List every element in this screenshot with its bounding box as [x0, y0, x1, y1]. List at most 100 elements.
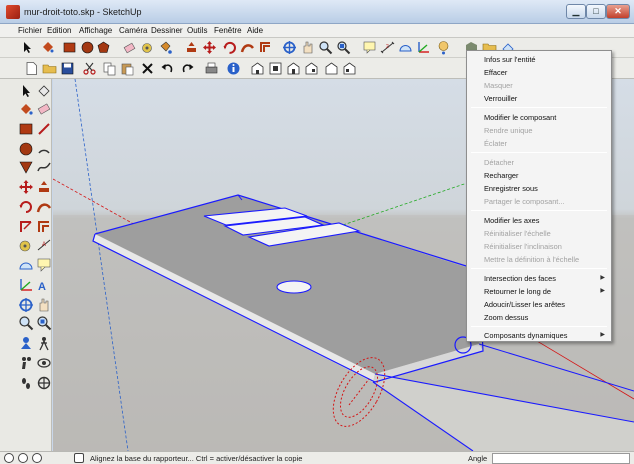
paint-bucket-tool-icon[interactable]	[18, 101, 34, 117]
menu-outils[interactable]: Outils	[187, 26, 207, 35]
maximize-button[interactable]: □	[586, 4, 606, 19]
eraser-icon[interactable]	[122, 40, 137, 55]
open-icon[interactable]	[42, 61, 57, 76]
text-icon[interactable]	[362, 40, 377, 55]
right-view-icon[interactable]	[304, 61, 319, 76]
footprint-tool-icon[interactable]	[18, 375, 34, 391]
polygon-tool-icon[interactable]	[18, 159, 34, 175]
move-tool-icon[interactable]	[18, 179, 34, 195]
credits-icon[interactable]	[18, 453, 28, 463]
walk-tool-icon[interactable]	[36, 335, 52, 351]
menu-fichier[interactable]: Fichier	[18, 26, 42, 35]
paste-icon[interactable]	[120, 61, 135, 76]
close-button[interactable]: ✕	[606, 4, 630, 19]
cm-masquer[interactable]: Masquer	[484, 81, 513, 90]
line-tool-icon[interactable]	[36, 121, 52, 137]
tape-measure-tool-icon[interactable]	[18, 237, 34, 253]
cm-composants-dynamiques[interactable]: Composants dynamiques	[484, 331, 567, 340]
cm-effacer[interactable]: Effacer	[484, 68, 507, 77]
cm-detacher[interactable]: Détacher	[484, 158, 514, 167]
scale-tool-icon[interactable]	[18, 219, 34, 235]
cm-infos-entite[interactable]: Infos sur l'entité	[484, 55, 536, 64]
menu-aide[interactable]: Aide	[247, 26, 263, 35]
front-view-icon[interactable]	[286, 61, 301, 76]
left-view-icon[interactable]	[342, 61, 357, 76]
move-icon[interactable]	[202, 40, 217, 55]
measurements-input[interactable]	[492, 453, 630, 464]
rotate-tool-icon[interactable]	[18, 199, 34, 215]
protractor-icon[interactable]	[398, 40, 413, 55]
iso-view-icon[interactable]	[250, 61, 265, 76]
help-icon[interactable]	[74, 453, 84, 463]
zoom-extents-tool-icon[interactable]	[36, 315, 52, 331]
cm-modifier-composant[interactable]: Modifier le composant	[484, 113, 556, 122]
pan-icon[interactable]	[300, 40, 315, 55]
cm-reinit-inclinaison[interactable]: Réinitialiser l'inclinaison	[484, 242, 562, 251]
cm-rendre-unique[interactable]: Rendre unique	[484, 126, 533, 135]
save-icon[interactable]	[60, 61, 75, 76]
dimension-tool-icon[interactable]: A	[36, 237, 52, 253]
menu-fenetre[interactable]: Fenêtre	[214, 26, 242, 35]
pan-tool-icon[interactable]	[36, 297, 52, 313]
redo-icon[interactable]	[180, 61, 195, 76]
erase-icon[interactable]	[140, 61, 155, 76]
circle-icon[interactable]	[80, 40, 95, 55]
back-view-icon[interactable]	[324, 61, 339, 76]
axes-tool-icon[interactable]	[18, 277, 34, 293]
follow-me-icon[interactable]	[240, 40, 255, 55]
cm-partager-composant[interactable]: Partager le composant...	[484, 197, 565, 206]
circle-tool-icon[interactable]	[18, 141, 34, 157]
3d-text-tool-icon[interactable]: A	[36, 277, 52, 293]
paint-bucket-icon[interactable]	[40, 40, 55, 55]
cm-modifier-axes[interactable]: Modifier les axes	[484, 216, 539, 225]
menu-dessiner[interactable]: Dessiner	[151, 26, 183, 35]
push-pull-tool-icon[interactable]	[36, 179, 52, 195]
offset-tool-icon[interactable]	[36, 219, 52, 235]
paint-icon[interactable]	[158, 40, 173, 55]
follow-me-tool-icon[interactable]	[36, 199, 52, 215]
geo-location-icon[interactable]	[4, 453, 14, 463]
cm-retourner[interactable]: Retourner le long de	[484, 287, 551, 296]
zoom-extents-icon[interactable]	[336, 40, 351, 55]
cm-definition-echelle[interactable]: Mettre la définition à l'échelle	[484, 255, 579, 264]
axes-icon[interactable]	[416, 40, 431, 55]
look-around-tool-icon[interactable]	[18, 355, 34, 371]
cm-verrouiller[interactable]: Verrouiller	[484, 94, 517, 103]
zoom-icon[interactable]	[318, 40, 333, 55]
cm-recharger[interactable]: Recharger	[484, 171, 519, 180]
model-info-icon[interactable]	[226, 61, 241, 76]
undo-icon[interactable]	[160, 61, 175, 76]
eraser-tool-icon[interactable]	[36, 101, 52, 117]
arc-tool-icon[interactable]	[36, 141, 52, 157]
print-icon[interactable]	[204, 61, 219, 76]
polygon-icon[interactable]	[96, 40, 111, 55]
cm-eclater[interactable]: Éclater	[484, 139, 507, 148]
cm-reinit-echelle[interactable]: Réinitialiser l'échelle	[484, 229, 551, 238]
menu-affichage[interactable]: Affichage	[79, 26, 112, 35]
dimension-icon[interactable]: 2	[380, 40, 395, 55]
menu-edition[interactable]: Edition	[47, 26, 71, 35]
rotate-icon[interactable]	[222, 40, 237, 55]
section-display-tool-icon[interactable]	[36, 375, 52, 391]
walk-icon[interactable]	[436, 40, 451, 55]
rectangle-icon[interactable]	[62, 40, 77, 55]
position-camera-tool-icon[interactable]	[18, 335, 34, 351]
protractor-tool-icon[interactable]	[18, 257, 34, 273]
select-icon[interactable]	[20, 40, 35, 55]
minimize-button[interactable]: ▁	[566, 4, 586, 19]
freehand-tool-icon[interactable]	[36, 159, 52, 175]
cut-icon[interactable]	[82, 61, 97, 76]
orbit-icon[interactable]	[282, 40, 297, 55]
rectangle-tool-icon[interactable]	[18, 121, 34, 137]
text-tool-icon[interactable]	[36, 257, 52, 273]
make-component-icon[interactable]	[36, 83, 52, 99]
orbit-tool-icon[interactable]	[18, 297, 34, 313]
section-plane-tool-icon[interactable]	[36, 355, 52, 371]
copy-icon[interactable]	[102, 61, 117, 76]
user-icon[interactable]	[32, 453, 42, 463]
push-pull-icon[interactable]	[184, 40, 199, 55]
select-tool-icon[interactable]	[18, 83, 34, 99]
tape-measure-icon[interactable]	[140, 40, 155, 55]
offset-icon[interactable]	[258, 40, 273, 55]
cm-zoom-dessus[interactable]: Zoom dessus	[484, 313, 528, 322]
